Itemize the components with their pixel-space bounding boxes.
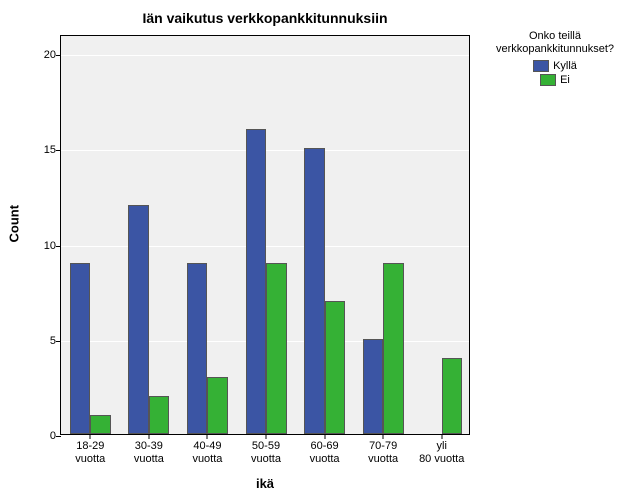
bar-ei [90, 415, 111, 434]
x-tick-label: yli80 vuotta [413, 440, 471, 466]
plot-area: 0510152018-29vuotta30-39vuotta40-49vuott… [60, 35, 470, 435]
legend-title-line2: verkkopankkitunnukset? [496, 43, 614, 55]
bar-kylla [246, 129, 267, 434]
chart-container: Iän vaikutus verkkopankkitunnuksiin 0510… [0, 0, 626, 501]
y-tick-mark [56, 341, 61, 342]
bar-kylla [304, 148, 325, 434]
y-tick-label: 15 [31, 144, 56, 156]
x-tick-label: 60-69vuotta [296, 440, 354, 466]
x-tick-label: 50-59vuotta [237, 440, 295, 466]
legend: Onko teillä verkkopankkitunnukset? Kyllä… [496, 30, 614, 86]
legend-swatch [540, 74, 556, 86]
legend-label: Kyllä [553, 60, 577, 72]
bar-ei [149, 396, 170, 434]
legend-title: Onko teillä verkkopankkitunnukset? [496, 30, 614, 56]
y-tick-mark [56, 55, 61, 56]
chart-title: Iän vaikutus verkkopankkitunnuksiin [60, 10, 470, 26]
x-tick-mark [324, 434, 325, 439]
x-tick-mark [266, 434, 267, 439]
x-tick-mark [441, 434, 442, 439]
legend-label: Ei [560, 74, 570, 86]
y-tick-label: 0 [31, 430, 56, 442]
bar-kylla [363, 339, 384, 434]
bar-kylla [70, 263, 91, 434]
legend-item: Ei [496, 74, 614, 86]
legend-title-line1: Onko teillä [529, 30, 581, 42]
y-tick-label: 5 [31, 335, 56, 347]
legend-swatch [533, 60, 549, 72]
bar-ei [383, 263, 404, 434]
legend-item: Kyllä [496, 60, 614, 72]
bar-ei [325, 301, 346, 434]
y-tick-label: 20 [31, 49, 56, 61]
y-axis-label: Count [7, 205, 22, 243]
bar-ei [207, 377, 228, 434]
x-tick-mark [207, 434, 208, 439]
x-tick-label: 40-49vuotta [178, 440, 236, 466]
y-tick-mark [56, 436, 61, 437]
x-axis-label: ikä [60, 476, 470, 491]
x-tick-label: 70-79vuotta [354, 440, 412, 466]
bar-kylla [187, 263, 208, 434]
gridline [61, 55, 469, 56]
x-tick-label: 18-29vuotta [61, 440, 119, 466]
bar-ei [442, 358, 463, 434]
bar-ei [266, 263, 287, 434]
y-tick-label: 10 [31, 240, 56, 252]
y-tick-mark [56, 246, 61, 247]
x-tick-mark [90, 434, 91, 439]
x-tick-label: 30-39vuotta [120, 440, 178, 466]
x-tick-mark [148, 434, 149, 439]
x-tick-mark [383, 434, 384, 439]
bar-kylla [128, 205, 149, 434]
y-tick-mark [56, 150, 61, 151]
